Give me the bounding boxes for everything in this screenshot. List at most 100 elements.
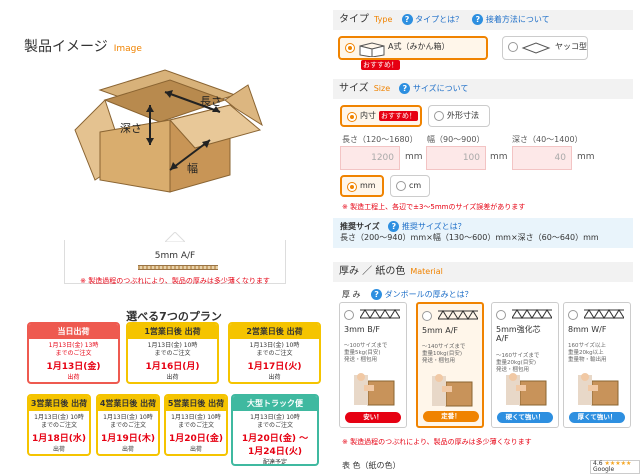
thickness-section-header: 厚み ／ 紙の色 Material <box>333 262 633 282</box>
thickness-card[interactable]: 3mm B/F ～100サイズまで 重量5kg(目安) 発送・梱包用 安い！ <box>339 302 407 428</box>
plan-line1: 1月13日(金) 10時 <box>34 414 84 421</box>
plan-head: 大型トラック便 <box>233 396 317 411</box>
type-help-link[interactable]: ? タイプとは？ <box>401 14 464 25</box>
thickness-sub-label: 厚 み <box>342 290 361 299</box>
card-name-text: 8mm W/F <box>568 325 607 334</box>
size-note: ※ 製造工程上、各辺で±3～5mmのサイズ誤差があります <box>342 203 526 211</box>
radio-icon <box>496 310 506 320</box>
unit-mm-label: mm <box>360 181 376 190</box>
plan-head: 2営業日後 出荷 <box>230 324 319 339</box>
plan-line2: までのご注文 <box>40 422 77 429</box>
type-section-header: タイプ Type ? タイプとは？ ? 接着方法について <box>333 10 633 30</box>
depth-label: 深さ（40～1400） <box>512 135 583 144</box>
plan-line2: までのご注文 <box>256 422 293 429</box>
plan-date: 1月18日(水) <box>31 434 86 444</box>
plan-date: 1月17日(火) <box>247 362 302 372</box>
recommended-link[interactable]: ? 推奨サイズとは？ <box>388 221 466 232</box>
plan-line1: 1月13日(金) 10時 <box>103 414 153 421</box>
card-desc3: 発送・梱包用 <box>422 358 456 364</box>
box-label-width: 幅 <box>187 162 198 175</box>
review-label: Google <box>593 466 615 473</box>
thickness-card[interactable]: 5mm A/F ～140サイズまで 重量10kg(目安) 発送・梱包用 定番！ <box>416 302 484 428</box>
paper-color-label: 表 色（紙の色） <box>342 461 401 470</box>
width-input[interactable]: 100 <box>426 146 486 170</box>
thickness-title: 厚み ／ 紙の色 <box>339 266 406 277</box>
card-desc3: 発送・梱包用 <box>344 357 378 363</box>
plan-head: 1営業日後 出荷 <box>128 324 217 339</box>
plan-date: 1月16日(月) <box>145 362 200 372</box>
card-tag: 定番！ <box>423 411 479 422</box>
card-desc2: 重量20kg(目安) <box>496 360 536 366</box>
plan-line2: までのご注文 <box>109 422 146 429</box>
adhesive-link[interactable]: ? 接着方法について <box>472 14 550 25</box>
unit-mm[interactable]: mm <box>340 175 384 197</box>
plan-card[interactable]: 当日出荷 1月13日(金) 13時 までのご注文 1月13日(金) 出荷 <box>27 322 120 384</box>
plan-line1: 1月13日(金) 10時 <box>147 342 198 349</box>
plan-line1: 1月13日(金) 10時 <box>249 342 300 349</box>
size-section-header: サイズ Size ? サイズについて <box>333 79 633 99</box>
spec-note: ※ 製造過程のつぶれにより、製品の厚みは多少薄くなります <box>80 277 270 285</box>
depth-unit: mm <box>577 152 595 162</box>
plan-order-time: 1月13日(金) 10時 までのご注文 <box>128 342 217 358</box>
card-name: 5mm A/F <box>422 326 458 335</box>
size-help-link[interactable]: ? サイズについて <box>399 83 468 94</box>
type-help-link-text: タイプとは？ <box>415 15 464 24</box>
radio-icon <box>568 310 578 320</box>
card-desc2: 重量5kg(目安) <box>344 350 381 356</box>
thickness-help-link[interactable]: ? ダンボールの厚みとは？ <box>371 289 473 300</box>
card-name: 3mm B/F <box>344 325 380 334</box>
card-name: 5mm強化芯 A/F <box>496 325 541 343</box>
question-icon: ? <box>399 83 411 94</box>
radio-icon <box>345 43 355 53</box>
plan-line2: までのご注文 <box>154 350 191 357</box>
card-desc: 160サイズ以上 重量20kg以上 重量物・輸出用 <box>568 343 628 364</box>
question-icon: ? <box>388 221 400 232</box>
plan-date: 1月19日(木) <box>100 434 155 444</box>
box-photo-icon <box>578 373 619 406</box>
plan-date2: 1月24日(火) <box>247 447 302 457</box>
box-label-depth: 深さ <box>120 122 142 135</box>
size-title: サイズ <box>339 83 369 94</box>
question-icon: ? <box>371 289 383 300</box>
card-desc2: 重量10kg(目安) <box>422 351 462 357</box>
review-badge[interactable]: 4.6 ★★★★★ Google <box>590 460 640 474</box>
type-option-yakko[interactable]: ヤッコ型 <box>502 36 588 60</box>
plan-ship: 出荷 <box>52 446 65 453</box>
type-option-a[interactable]: A式（みかん箱） おすすめ！ <box>338 36 488 70</box>
card-desc1: ～100サイズまで <box>344 343 388 349</box>
image-title: 製品イメージ Image <box>24 36 142 56</box>
plan-head: 当日出荷 <box>29 324 118 339</box>
radio-icon <box>434 111 444 121</box>
recommended-size-box: 推奨サイズ ? 推奨サイズとは？ 長さ（200～940）mm×幅（130～600… <box>333 218 633 248</box>
measure-outer[interactable]: 外形寸法 <box>428 105 490 127</box>
plan-card[interactable]: 大型トラック便 1月13日(金) 10時 までのご注文 1月20日(金) ～ 1月24日… <box>231 394 319 466</box>
length-input[interactable]: 1200 <box>340 146 400 170</box>
thickness-card[interactable]: 5mm強化芯 A/F ～160サイズまで 重量20kg(目安) 発送・梱包用 硬くて強い！ <box>491 302 559 428</box>
plan-date: 1月13日(金) <box>46 362 101 372</box>
question-icon: ? <box>472 14 484 25</box>
plan-order-time: 1月13日(金) 13時 までのご注文 <box>29 342 118 358</box>
recommended-range: 長さ（200～940）mm×幅（130～600）mm×深さ（60～640）mm <box>340 233 599 242</box>
card-desc1: 160サイズ以上 <box>568 343 606 349</box>
plan-card[interactable]: 5営業日後 出荷 1月13日(金) 10時 までのご注文 1月20日(金) 出荷 <box>164 394 228 456</box>
plan-card[interactable]: 3営業日後 出荷 1月13日(金) 10時 までのご注文 1月18日(水) 出荷 <box>27 394 91 456</box>
depth-input[interactable]: 40 <box>512 146 572 170</box>
plan-card[interactable]: 4営業日後 出荷 1月13日(金) 10時 までのご注文 1月19日(木) 出荷 <box>96 394 160 456</box>
plan-card[interactable]: 1営業日後 出荷 1月13日(金) 10時 までのご注文 1月16日(月) 出荷 <box>126 322 219 384</box>
type-title-en: Type <box>374 15 393 24</box>
plan-order-time: 1月13日(金) 10時 までのご注文 <box>233 414 317 430</box>
thickness-card[interactable]: 8mm W/F 160サイズ以上 重量20kg以上 重量物・輸出用 厚くて強い！ <box>563 302 631 428</box>
plan-order-time: 1月13日(金) 10時 までのご注文 <box>230 342 319 358</box>
length-label: 長さ（120～1680） <box>342 135 418 144</box>
recommended-title: 推奨サイズ <box>340 222 380 231</box>
plan-ship: 出荷 <box>268 374 281 381</box>
unit-cm[interactable]: cm <box>390 175 430 197</box>
radio-icon <box>508 42 518 52</box>
question-icon: ? <box>401 14 413 25</box>
flute-icon <box>584 309 624 319</box>
measure-inner[interactable]: 内寸 おすすめ！ <box>340 105 422 127</box>
recommend-badge: おすすめ！ <box>379 110 418 121</box>
thickness-note: ※ 製造過程のつぶれにより、製品の厚みは多少薄くなります <box>342 438 532 446</box>
plan-order-time: 1月13日(金) 10時 までのご注文 <box>166 414 226 430</box>
plan-card[interactable]: 2営業日後 出荷 1月13日(金) 10時 までのご注文 1月17日(火) 出荷 <box>228 322 321 384</box>
